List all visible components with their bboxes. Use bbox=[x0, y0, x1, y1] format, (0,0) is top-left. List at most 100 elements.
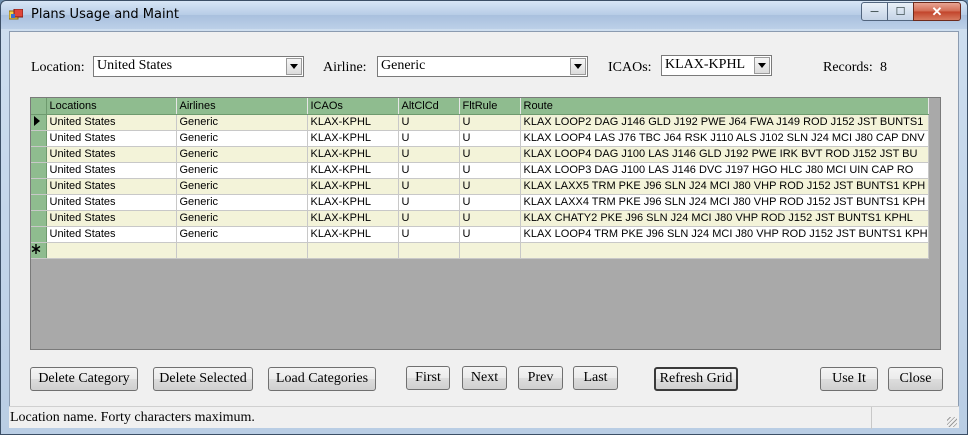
new-row[interactable] bbox=[31, 242, 929, 259]
cell-route[interactable]: KLAX CHATY2 PKE J96 SLN J24 MCI J80 VHP … bbox=[520, 210, 929, 227]
cell-route[interactable]: KLAX LAXX4 TRM PKE J96 SLN J24 MCI J80 V… bbox=[520, 194, 929, 211]
cell-icaos[interactable]: KLAX-KPHL bbox=[307, 130, 399, 147]
close-button[interactable]: Close bbox=[888, 367, 943, 391]
cell-route[interactable]: KLAX LOOP4 TRM PKE J96 SLN J24 MCI J80 V… bbox=[520, 226, 929, 243]
table-row[interactable]: United States Generic KLAX-KPHL U U KLAX… bbox=[31, 178, 929, 195]
chevron-down-icon[interactable] bbox=[570, 58, 586, 75]
table-row[interactable]: United States Generic KLAX-KPHL U U KLAX… bbox=[31, 226, 929, 243]
cell-fltrule[interactable]: U bbox=[459, 226, 521, 243]
chevron-down-icon[interactable] bbox=[754, 57, 770, 74]
prev-button[interactable]: Prev bbox=[518, 366, 563, 390]
minimize-button[interactable]: ─ bbox=[861, 2, 888, 21]
column-header-icaos[interactable]: ICAOs bbox=[307, 98, 399, 115]
cell-altclcd[interactable]: U bbox=[398, 226, 460, 243]
plans-grid[interactable]: Locations Airlines ICAOs AltClCd FltRule… bbox=[30, 97, 941, 350]
table-row[interactable]: United States Generic KLAX-KPHL U U KLAX… bbox=[31, 194, 929, 211]
column-header-airlines[interactable]: Airlines bbox=[176, 98, 308, 115]
new-row-cell[interactable] bbox=[520, 242, 929, 259]
cell-airline[interactable]: Generic bbox=[176, 226, 308, 243]
row-header[interactable] bbox=[31, 130, 47, 147]
row-header[interactable] bbox=[31, 114, 47, 131]
cell-fltrule[interactable]: U bbox=[459, 210, 521, 227]
cell-altclcd[interactable]: U bbox=[398, 178, 460, 195]
cell-airline[interactable]: Generic bbox=[176, 130, 308, 147]
row-header[interactable] bbox=[31, 162, 47, 179]
row-header[interactable] bbox=[31, 210, 47, 227]
row-header[interactable] bbox=[31, 146, 47, 163]
cell-fltrule[interactable]: U bbox=[459, 178, 521, 195]
airline-select[interactable]: Generic bbox=[377, 56, 588, 77]
cell-altclcd[interactable]: U bbox=[398, 130, 460, 147]
use-it-button[interactable]: Use It bbox=[820, 367, 878, 391]
row-header-corner[interactable] bbox=[31, 98, 47, 115]
cell-fltrule[interactable]: U bbox=[459, 194, 521, 211]
new-row-cell[interactable] bbox=[459, 242, 521, 259]
location-select[interactable]: United States bbox=[93, 56, 304, 77]
cell-airline[interactable]: Generic bbox=[176, 194, 308, 211]
new-row-cell[interactable] bbox=[46, 242, 177, 259]
cell-airline[interactable]: Generic bbox=[176, 146, 308, 163]
cell-location[interactable]: United States bbox=[46, 114, 177, 131]
close-window-button[interactable]: ✕ bbox=[913, 2, 961, 21]
cell-location[interactable]: United States bbox=[46, 146, 177, 163]
cell-altclcd[interactable]: U bbox=[398, 162, 460, 179]
cell-icaos[interactable]: KLAX-KPHL bbox=[307, 162, 399, 179]
resize-grip-icon[interactable] bbox=[947, 417, 957, 427]
maximize-button[interactable]: ☐ bbox=[887, 2, 914, 21]
table-row[interactable]: United States Generic KLAX-KPHL U U KLAX… bbox=[31, 130, 929, 147]
last-button[interactable]: Last bbox=[573, 366, 618, 390]
cell-icaos[interactable]: KLAX-KPHL bbox=[307, 210, 399, 227]
table-row[interactable]: United States Generic KLAX-KPHL U U KLAX… bbox=[31, 146, 929, 163]
cell-fltrule[interactable]: U bbox=[459, 114, 521, 131]
cell-icaos[interactable]: KLAX-KPHL bbox=[307, 194, 399, 211]
chevron-down-icon[interactable] bbox=[286, 58, 302, 75]
row-header[interactable] bbox=[31, 226, 47, 243]
cell-airline[interactable]: Generic bbox=[176, 114, 308, 131]
cell-location[interactable]: United States bbox=[46, 178, 177, 195]
cell-altclcd[interactable]: U bbox=[398, 194, 460, 211]
refresh-grid-button[interactable]: Refresh Grid bbox=[654, 367, 738, 391]
cell-route[interactable]: KLAX LOOP4 LAS J76 TBC J64 RSK J110 ALS … bbox=[520, 130, 929, 147]
cell-location[interactable]: United States bbox=[46, 162, 177, 179]
row-header[interactable] bbox=[31, 194, 47, 211]
cell-route[interactable]: KLAX LOOP4 DAG J100 LAS J146 GLD J192 PW… bbox=[520, 146, 929, 163]
cell-route[interactable]: KLAX LAXX5 TRM PKE J96 SLN J24 MCI J80 V… bbox=[520, 178, 929, 195]
column-header-route[interactable]: Route bbox=[520, 98, 929, 115]
column-header-fltrule[interactable]: FltRule bbox=[459, 98, 521, 115]
cell-icaos[interactable]: KLAX-KPHL bbox=[307, 226, 399, 243]
cell-fltrule[interactable]: U bbox=[459, 162, 521, 179]
cell-location[interactable]: United States bbox=[46, 226, 177, 243]
cell-airline[interactable]: Generic bbox=[176, 162, 308, 179]
cell-location[interactable]: United States bbox=[46, 130, 177, 147]
cell-altclcd[interactable]: U bbox=[398, 210, 460, 227]
cell-route[interactable]: KLAX LOOP2 DAG J146 GLD J192 PWE J64 FWA… bbox=[520, 114, 929, 131]
title-bar[interactable]: Plans Usage and Maint ─ ☐ ✕ bbox=[1, 1, 967, 29]
next-button[interactable]: Next bbox=[462, 366, 507, 390]
new-row-cell[interactable] bbox=[176, 242, 308, 259]
cell-icaos[interactable]: KLAX-KPHL bbox=[307, 146, 399, 163]
cell-fltrule[interactable]: U bbox=[459, 130, 521, 147]
delete-selected-button[interactable]: Delete Selected bbox=[153, 367, 253, 391]
cell-route[interactable]: KLAX LOOP3 DAG J100 LAS J146 DVC J197 HG… bbox=[520, 162, 929, 179]
new-row-cell[interactable] bbox=[398, 242, 460, 259]
first-button[interactable]: First bbox=[406, 366, 450, 390]
icaos-select[interactable]: KLAX-KPHL bbox=[661, 55, 772, 76]
cell-location[interactable]: United States bbox=[46, 210, 177, 227]
cell-icaos[interactable]: KLAX-KPHL bbox=[307, 178, 399, 195]
cell-icaos[interactable]: KLAX-KPHL bbox=[307, 114, 399, 131]
delete-category-button[interactable]: Delete Category bbox=[30, 367, 138, 391]
column-header-locations[interactable]: Locations bbox=[46, 98, 177, 115]
table-row[interactable]: United States Generic KLAX-KPHL U U KLAX… bbox=[31, 162, 929, 179]
cell-fltrule[interactable]: U bbox=[459, 146, 521, 163]
row-header[interactable] bbox=[31, 178, 47, 195]
cell-airline[interactable]: Generic bbox=[176, 210, 308, 227]
cell-location[interactable]: United States bbox=[46, 194, 177, 211]
table-row[interactable]: United States Generic KLAX-KPHL U U KLAX… bbox=[31, 210, 929, 227]
row-header[interactable] bbox=[31, 242, 47, 259]
table-row[interactable]: United States Generic KLAX-KPHL U U KLAX… bbox=[31, 114, 929, 131]
new-row-cell[interactable] bbox=[307, 242, 399, 259]
cell-altclcd[interactable]: U bbox=[398, 114, 460, 131]
cell-altclcd[interactable]: U bbox=[398, 146, 460, 163]
load-categories-button[interactable]: Load Categories bbox=[268, 367, 376, 391]
column-header-altclcd[interactable]: AltClCd bbox=[398, 98, 460, 115]
